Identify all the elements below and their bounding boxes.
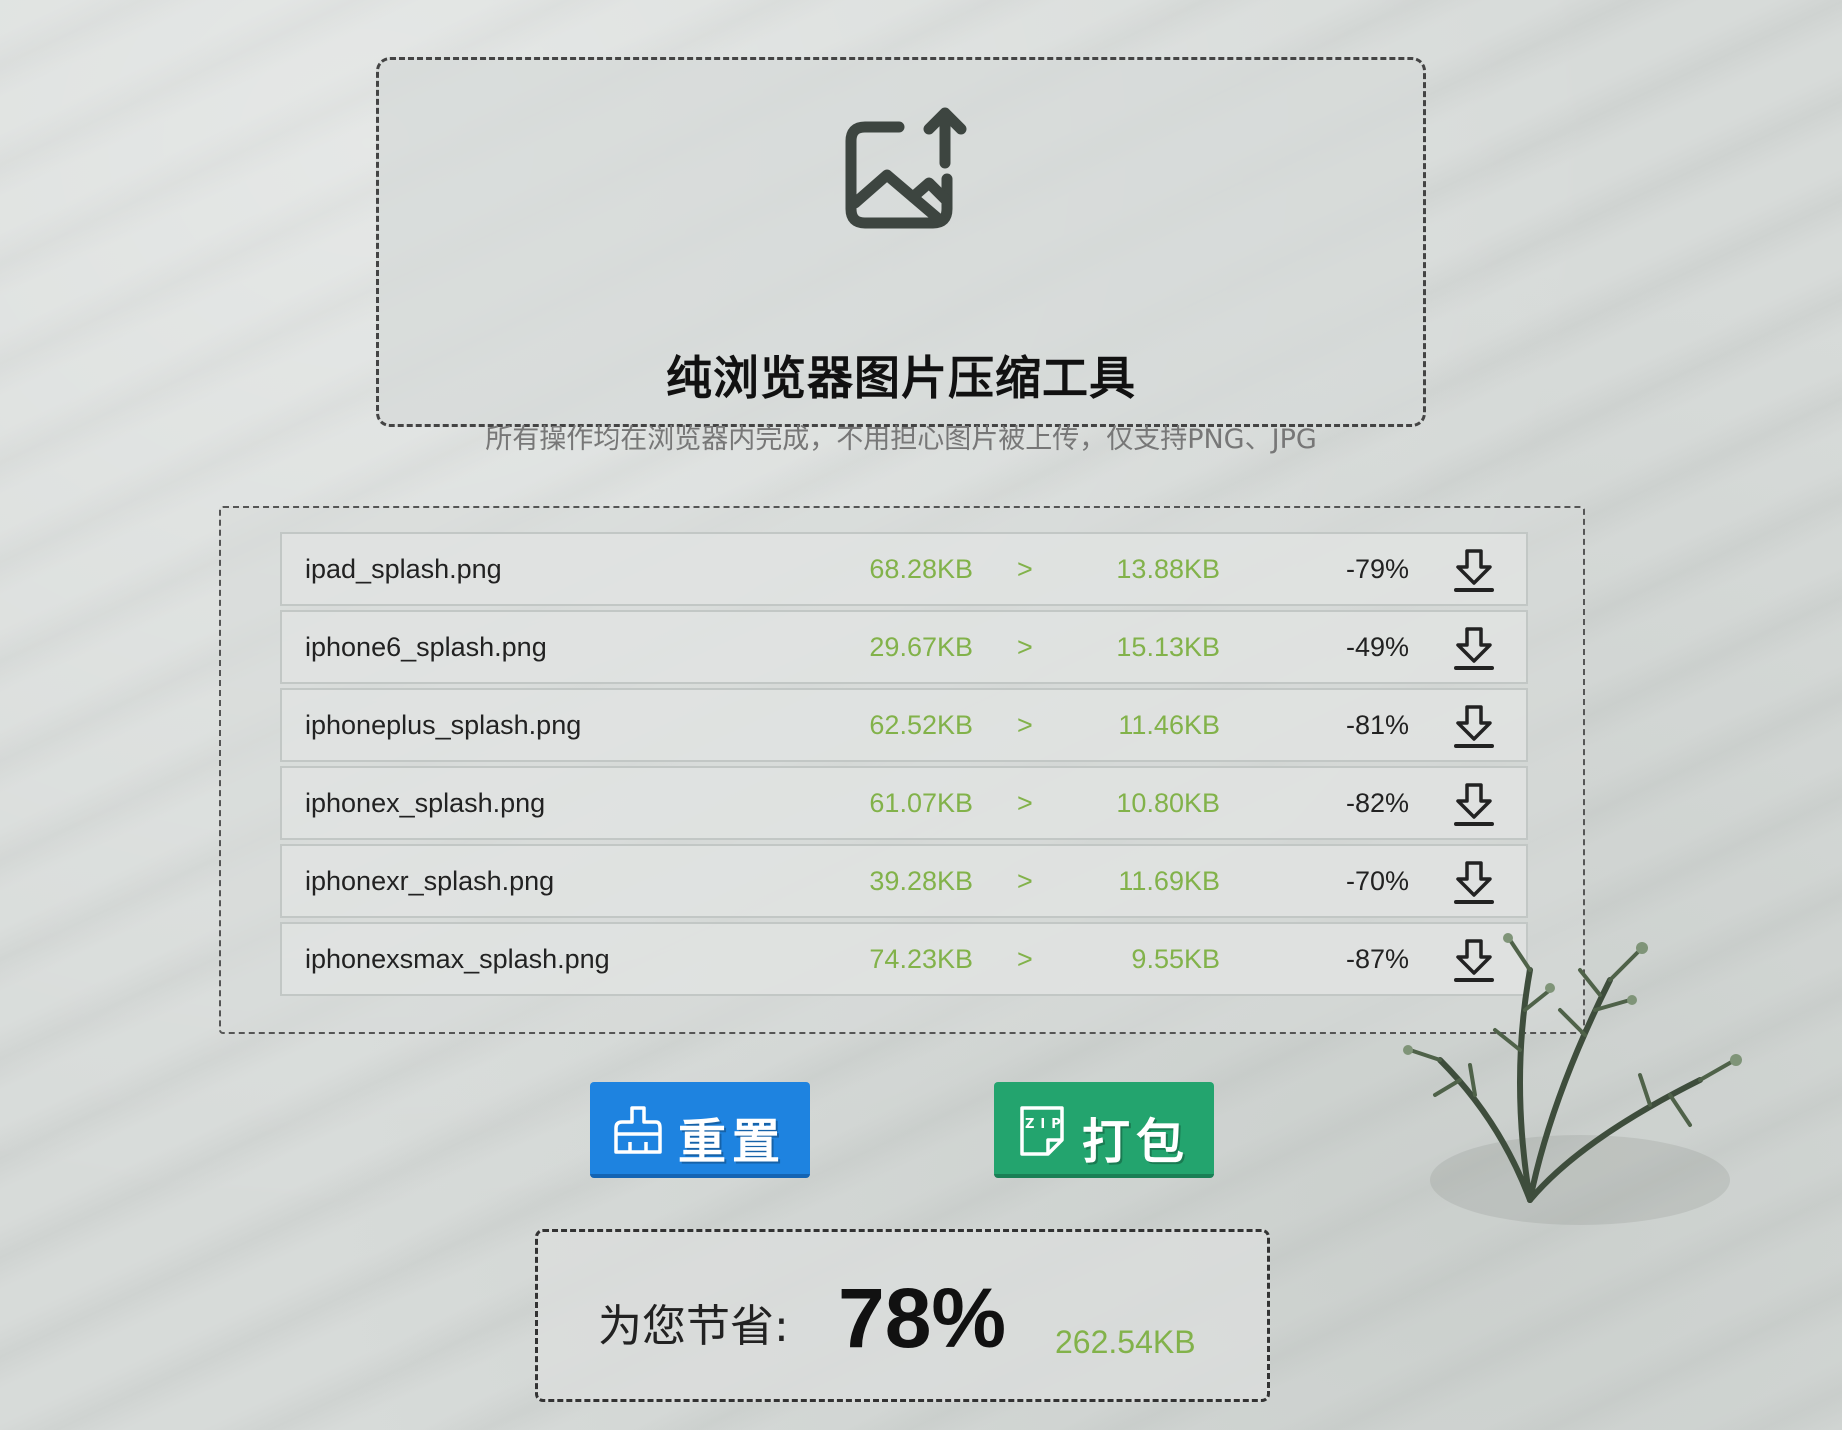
svg-text:ZIP: ZIP bbox=[1025, 1117, 1066, 1132]
download-icon[interactable] bbox=[1452, 782, 1496, 828]
file-row: ipad_splash.png 68.28KB > 13.88KB -79% bbox=[280, 532, 1528, 606]
compressed-size: 13.88KB bbox=[1116, 554, 1220, 584]
file-name: iphonex_splash.png bbox=[305, 788, 546, 818]
arrow-separator: > bbox=[1017, 632, 1033, 662]
reset-button-label: 重置 bbox=[678, 1114, 787, 1170]
compression-ratio: -82% bbox=[1345, 788, 1409, 818]
compression-ratio: -81% bbox=[1345, 710, 1409, 740]
upload-dropzone[interactable]: 纯浏览器图片压缩工具 所有操作均在浏览器内完成，不用担心图片被上传，仅支持PNG… bbox=[376, 57, 1426, 455]
file-name: ipad_splash.png bbox=[305, 554, 502, 584]
compression-ratio: -87% bbox=[1345, 944, 1409, 974]
compressed-size: 10.80KB bbox=[1116, 788, 1220, 818]
original-size: 68.28KB bbox=[869, 554, 973, 584]
download-icon[interactable] bbox=[1452, 860, 1496, 906]
broom-icon bbox=[614, 1106, 662, 1154]
compression-ratio: -70% bbox=[1345, 866, 1409, 896]
file-list: ipad_splash.png 68.28KB > 13.88KB -79% i… bbox=[219, 506, 1585, 1034]
download-icon[interactable] bbox=[1452, 938, 1496, 984]
compressed-size: 11.46KB bbox=[1118, 710, 1220, 740]
file-row: iphone6_splash.png 29.67KB > 15.13KB -49… bbox=[280, 610, 1528, 684]
compressed-size: 15.13KB bbox=[1116, 632, 1220, 662]
reset-button[interactable]: 重置 bbox=[590, 1082, 810, 1178]
pack-button-label: 打包 bbox=[1082, 1114, 1191, 1170]
download-icon[interactable] bbox=[1452, 704, 1496, 750]
original-size: 74.23KB bbox=[869, 944, 973, 974]
file-name: iphonexr_splash.png bbox=[305, 866, 555, 896]
zip-file-icon: ZIP bbox=[1020, 1106, 1066, 1156]
compressed-size: 11.69KB bbox=[1118, 866, 1220, 896]
file-name: iphoneplus_splash.png bbox=[305, 710, 582, 740]
download-icon[interactable] bbox=[1452, 626, 1496, 672]
arrow-separator: > bbox=[1017, 554, 1033, 584]
arrow-separator: > bbox=[1017, 788, 1033, 818]
original-size: 61.07KB bbox=[869, 788, 973, 818]
compression-ratio: -49% bbox=[1345, 632, 1409, 662]
savings-amount: 262.54KB bbox=[1055, 1324, 1196, 1360]
arrow-separator: > bbox=[1017, 866, 1033, 896]
file-row: iphonex_splash.png 61.07KB > 10.80KB -82… bbox=[280, 766, 1528, 840]
compression-ratio: -79% bbox=[1345, 554, 1409, 584]
file-row: iphonexsmax_splash.png 74.23KB > 9.55KB … bbox=[280, 922, 1528, 996]
original-size: 62.52KB bbox=[869, 710, 973, 740]
compressed-size: 9.55KB bbox=[1131, 944, 1220, 974]
savings-summary: 为您节省: 78% 262.54KB bbox=[535, 1229, 1270, 1402]
savings-label: 为您节省: bbox=[598, 1301, 789, 1352]
file-row: iphoneplus_splash.png 62.52KB > 11.46KB … bbox=[280, 688, 1528, 762]
arrow-separator: > bbox=[1017, 710, 1033, 740]
upload-subtitle: 所有操作均在浏览器内完成，不用担心图片被上传，仅支持PNG、JPG bbox=[485, 424, 1317, 455]
original-size: 29.67KB bbox=[869, 632, 973, 662]
original-size: 39.28KB bbox=[869, 866, 973, 896]
image-upload-icon bbox=[845, 107, 967, 229]
arrow-separator: > bbox=[1017, 944, 1033, 974]
file-row: iphonexr_splash.png 39.28KB > 11.69KB -7… bbox=[280, 844, 1528, 918]
savings-percent: 78% bbox=[838, 1271, 1007, 1365]
page-title: 纯浏览器图片压缩工具 bbox=[666, 351, 1136, 405]
file-name: iphone6_splash.png bbox=[305, 632, 547, 662]
file-name: iphonexsmax_splash.png bbox=[305, 944, 610, 974]
download-icon[interactable] bbox=[1452, 548, 1496, 594]
pack-button[interactable]: ZIP 打包 bbox=[994, 1082, 1214, 1178]
